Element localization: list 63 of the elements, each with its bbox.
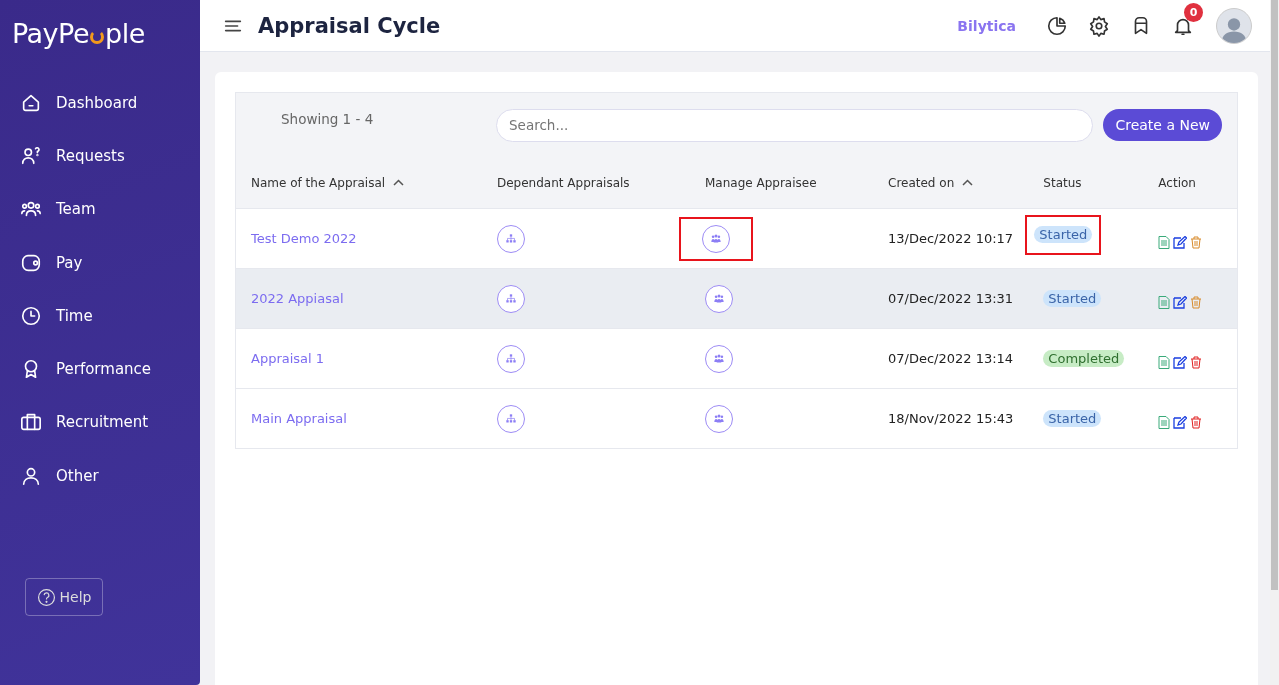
column-header[interactable]: Name of the Appraisal: [251, 175, 386, 190]
scrollbar[interactable]: [1270, 0, 1279, 685]
created-date: 07/Dec/2022 13:14: [888, 351, 1014, 366]
clock-icon: [20, 304, 42, 327]
question-icon: [36, 587, 56, 607]
search-field[interactable]: Search...: [496, 108, 1094, 142]
group-icon[interactable]: [705, 284, 733, 313]
column-header: Action: [1158, 175, 1196, 190]
column-header: Manage Appraisee: [705, 175, 817, 190]
company-name[interactable]: Bilytica: [957, 17, 1016, 34]
trash-icon[interactable]: [1190, 296, 1203, 309]
trash-icon[interactable]: [1190, 416, 1203, 429]
page-title: Appraisal Cycle: [258, 13, 442, 38]
notification-badge: 0: [1184, 2, 1203, 22]
edit-icon[interactable]: [1173, 416, 1188, 429]
appraisal-link[interactable]: Appraisal 1: [251, 351, 325, 366]
nav-item[interactable]: Performance: [0, 342, 200, 396]
edit-icon[interactable]: [1173, 356, 1188, 369]
group-icon[interactable]: [702, 224, 730, 253]
pie-chart-icon[interactable]: [1046, 14, 1068, 37]
nav-item[interactable]: Other: [0, 449, 200, 503]
column-header[interactable]: Created on: [888, 175, 955, 190]
nav-item[interactable]: Pay: [0, 235, 200, 290]
created-date: 07/Dec/2022 13:31: [888, 291, 1014, 306]
group-icon[interactable]: [705, 404, 733, 433]
org-chart-icon[interactable]: [497, 224, 525, 253]
document-icon[interactable]: [1158, 356, 1171, 369]
nav-item[interactable]: Recruitment: [0, 395, 200, 450]
nav-item[interactable]: Dashboard: [0, 76, 200, 130]
nav-item[interactable]: Team: [0, 182, 200, 236]
document-icon[interactable]: [1158, 416, 1171, 429]
trash-icon[interactable]: [1190, 356, 1203, 369]
sort-up-icon[interactable]: [962, 179, 974, 186]
nav-item[interactable]: Requests: [0, 129, 200, 183]
status-badge: Completed: [1043, 350, 1125, 367]
appraisal-link[interactable]: 2022 Appiasal: [251, 291, 344, 306]
logo: PayPe ple: [11, 17, 146, 51]
help-button[interactable]: Help: [25, 578, 103, 617]
edit-icon[interactable]: [1173, 296, 1188, 309]
column-header: Dependant Appraisals: [497, 175, 630, 190]
org-chart-icon[interactable]: [497, 404, 525, 433]
org-chart-icon[interactable]: [497, 284, 525, 313]
sort-up-icon[interactable]: [393, 179, 405, 186]
nav-item[interactable]: Time: [0, 289, 200, 343]
document-icon[interactable]: [1158, 296, 1171, 309]
avatar-icon[interactable]: [1216, 7, 1252, 44]
create-button[interactable]: Create a New: [1103, 109, 1222, 141]
created-date: 18/Nov/2022 15:43: [888, 411, 1014, 426]
settings-icon[interactable]: [1088, 14, 1110, 37]
trash-icon[interactable]: [1190, 236, 1203, 249]
showing-count: Showing 1 - 4: [281, 110, 375, 127]
column-header: Status: [1043, 175, 1082, 190]
group-icon[interactable]: [705, 344, 733, 373]
person-question-icon: [20, 144, 42, 167]
status-badge: Started: [1034, 226, 1093, 243]
status-badge: Started: [1043, 410, 1102, 427]
appraisal-link[interactable]: Test Demo 2022: [251, 231, 357, 246]
created-date: 13/Dec/2022 10:17: [888, 231, 1014, 246]
status-badge: Started: [1043, 290, 1102, 307]
appraisal-link[interactable]: Main Appraisal: [251, 411, 347, 426]
edit-icon[interactable]: [1173, 236, 1188, 249]
org-chart-icon[interactable]: [497, 344, 525, 373]
document-icon[interactable]: [1158, 236, 1171, 249]
